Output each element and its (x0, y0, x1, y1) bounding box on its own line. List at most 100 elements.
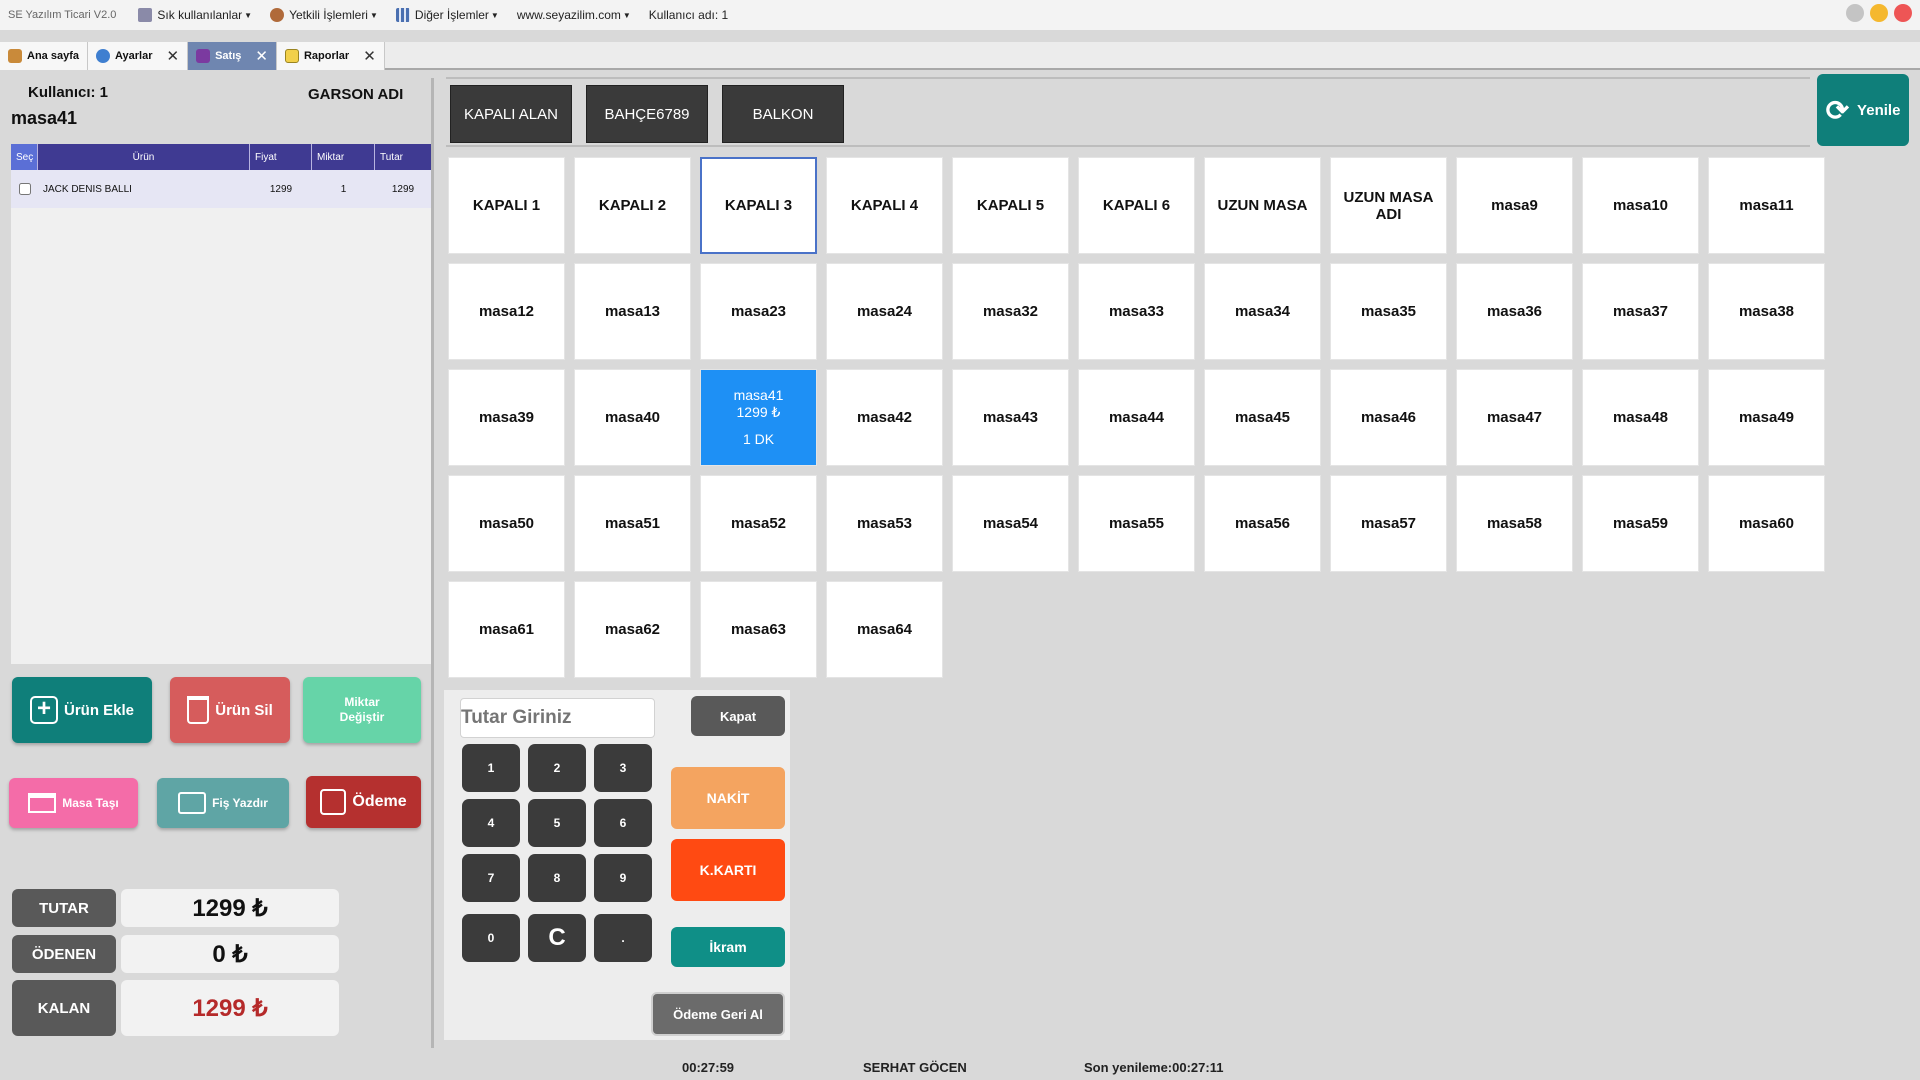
table-tile[interactable]: masa39 (448, 369, 565, 466)
table-tile[interactable]: masa41 1299 ₺ 1 DK (700, 369, 817, 466)
key-3[interactable]: 3 (594, 744, 652, 792)
table-tile[interactable]: masa32 (952, 263, 1069, 360)
table-tile[interactable]: masa44 (1078, 369, 1195, 466)
card-button[interactable]: K.KARTI (671, 839, 785, 901)
table-tile-name: masa32 (982, 303, 1039, 320)
table-tile[interactable]: masa43 (952, 369, 1069, 466)
change-quantity-button[interactable]: Miktar Değiştir (303, 677, 421, 743)
row-select-checkbox[interactable] (18, 183, 31, 195)
print-receipt-button[interactable]: Fiş Yazdır (157, 778, 289, 828)
area-indoor-button[interactable]: KAPALI ALAN (450, 85, 572, 143)
key-decimal[interactable]: . (594, 914, 652, 962)
table-tile[interactable]: KAPALI 3 (700, 157, 817, 254)
table-tile[interactable]: masa63 (700, 581, 817, 678)
add-product-button[interactable]: + Ürün Ekle (12, 677, 152, 743)
cash-button[interactable]: NAKİT (671, 767, 785, 829)
table-tile[interactable]: masa37 (1582, 263, 1699, 360)
table-tile[interactable]: masa54 (952, 475, 1069, 572)
table-tile[interactable]: masa24 (826, 263, 943, 360)
table-tile-name: masa37 (1612, 303, 1669, 320)
tab-settings[interactable]: Ayarlar ✕ (87, 42, 189, 70)
menu-website[interactable]: www.seyazilim.com ▼ (517, 8, 631, 22)
close-window-button[interactable] (1894, 4, 1912, 22)
table-tile[interactable]: KAPALI 6 (1078, 157, 1195, 254)
delete-product-button[interactable]: Ürün Sil (170, 677, 290, 743)
key-8[interactable]: 8 (528, 854, 586, 902)
table-tile[interactable]: masa33 (1078, 263, 1195, 360)
area-balcony-button[interactable]: BALKON (722, 85, 844, 143)
key-9[interactable]: 9 (594, 854, 652, 902)
column-total[interactable]: Tutar (375, 144, 431, 170)
table-tile[interactable]: masa53 (826, 475, 943, 572)
table-tile[interactable]: masa46 (1330, 369, 1447, 466)
close-icon[interactable]: ✕ (167, 47, 180, 65)
table-tile[interactable]: masa56 (1204, 475, 1321, 572)
table-tile[interactable]: masa42 (826, 369, 943, 466)
table-tile[interactable]: masa51 (574, 475, 691, 572)
table-tile[interactable]: KAPALI 4 (826, 157, 943, 254)
key-4[interactable]: 4 (462, 799, 520, 847)
tab-reports[interactable]: Raporlar ✕ (276, 42, 385, 70)
menu-admin[interactable]: Yetkili İşlemleri ▼ (270, 8, 378, 22)
table-tile[interactable]: masa58 (1456, 475, 1573, 572)
table-tile-name: masa12 (478, 303, 535, 320)
table-tile[interactable]: masa61 (448, 581, 565, 678)
table-tile[interactable]: masa9 (1456, 157, 1573, 254)
column-select[interactable]: Seç (11, 144, 38, 170)
table-tile[interactable]: masa47 (1456, 369, 1573, 466)
key-5[interactable]: 5 (528, 799, 586, 847)
table-tile[interactable]: masa11 (1708, 157, 1825, 254)
key-6[interactable]: 6 (594, 799, 652, 847)
close-payment-button[interactable]: Kapat (691, 696, 785, 736)
area-garden-button[interactable]: BAHÇE6789 (586, 85, 708, 143)
column-product[interactable]: Ürün (38, 144, 250, 170)
minimize-button[interactable] (1870, 4, 1888, 22)
table-tile[interactable]: masa23 (700, 263, 817, 360)
table-tile[interactable]: masa57 (1330, 475, 1447, 572)
menu-favorites[interactable]: Sık kullanılanlar ▼ (138, 8, 252, 22)
key-clear[interactable]: C (528, 914, 586, 962)
table-tile[interactable]: masa50 (448, 475, 565, 572)
table-tile[interactable]: masa52 (700, 475, 817, 572)
table-tile[interactable]: KAPALI 1 (448, 157, 565, 254)
column-price[interactable]: Fiyat (250, 144, 312, 170)
table-tile[interactable]: masa64 (826, 581, 943, 678)
column-quantity[interactable]: Miktar (312, 144, 375, 170)
table-tile[interactable]: masa34 (1204, 263, 1321, 360)
table-tile[interactable]: UZUN MASA (1204, 157, 1321, 254)
key-1[interactable]: 1 (462, 744, 520, 792)
table-tile[interactable]: masa55 (1078, 475, 1195, 572)
key-0[interactable]: 0 (462, 914, 520, 962)
table-tile[interactable]: masa38 (1708, 263, 1825, 360)
key-7[interactable]: 7 (462, 854, 520, 902)
table-tile[interactable]: masa49 (1708, 369, 1825, 466)
table-tile[interactable]: masa48 (1582, 369, 1699, 466)
payment-button[interactable]: Ödeme (306, 776, 421, 828)
table-tile[interactable]: masa35 (1330, 263, 1447, 360)
refresh-button[interactable]: ⟳ Yenile (1817, 74, 1909, 146)
table-tile[interactable]: masa59 (1582, 475, 1699, 572)
menu-other[interactable]: Diğer İşlemler ▼ (395, 8, 499, 22)
table-tile[interactable]: masa40 (574, 369, 691, 466)
window-dot-gray[interactable] (1846, 4, 1864, 22)
table-tile[interactable]: masa62 (574, 581, 691, 678)
amount-input[interactable] (460, 698, 655, 738)
table-tile[interactable]: masa45 (1204, 369, 1321, 466)
table-tile[interactable]: masa36 (1456, 263, 1573, 360)
close-icon[interactable]: ✕ (363, 47, 376, 65)
move-table-button[interactable]: Masa Taşı (9, 778, 138, 828)
undo-payment-button[interactable]: Ödeme Geri Al (651, 992, 785, 1036)
table-tile[interactable]: masa12 (448, 263, 565, 360)
tab-home[interactable]: Ana sayfa (0, 42, 88, 70)
table-tile[interactable]: KAPALI 5 (952, 157, 1069, 254)
table-tile[interactable]: masa60 (1708, 475, 1825, 572)
tab-sales[interactable]: Satış ✕ (188, 42, 277, 70)
table-tile[interactable]: KAPALI 2 (574, 157, 691, 254)
treat-button[interactable]: İkram (671, 927, 785, 967)
table-tile[interactable]: masa13 (574, 263, 691, 360)
close-icon[interactable]: ✕ (255, 47, 268, 65)
key-2[interactable]: 2 (528, 744, 586, 792)
table-tile[interactable]: masa10 (1582, 157, 1699, 254)
table-row[interactable]: JACK DENIS BALLI 1299 1 1299 (11, 170, 431, 208)
table-tile[interactable]: UZUN MASA ADI (1330, 157, 1447, 254)
